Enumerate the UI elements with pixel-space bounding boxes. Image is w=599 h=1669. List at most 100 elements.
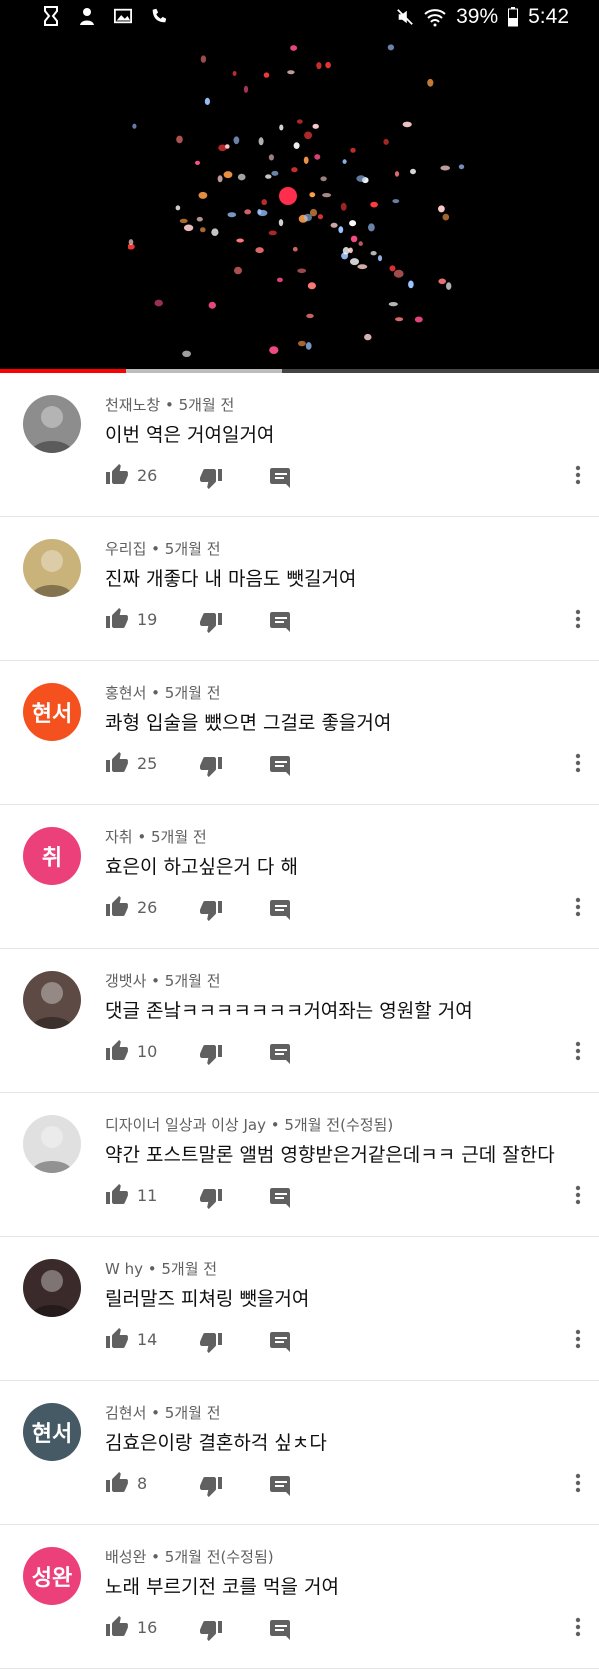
firework-spark [393,269,404,278]
comment-author[interactable]: 우리집 [105,540,146,558]
firework-spark [427,78,434,87]
reply-icon[interactable] [269,897,293,921]
reply-icon[interactable] [269,1041,293,1065]
avatar-initials: 성완 [31,1566,73,1591]
like-icon[interactable] [105,1327,129,1351]
more-options-icon[interactable] [571,1471,585,1495]
comment-author[interactable]: 김현서 [105,1404,146,1422]
firework-spark [350,147,356,153]
firework-spark [388,302,398,307]
comment-author[interactable]: W hy [105,1260,143,1278]
wifi-call-icon [152,8,167,23]
reply-icon[interactable] [269,753,293,777]
firework-spark [176,135,183,144]
comment-author[interactable]: 갱뱃사 [105,972,146,990]
firework-spark [291,167,298,173]
firework-spark [342,159,347,164]
firework-spark [298,340,306,347]
comment-age: 5개월 전 [151,828,207,846]
comment-age: 5개월 전 [164,684,221,702]
avatar[interactable]: 현서 [23,1403,81,1461]
firework-spark [357,264,368,270]
dislike-icon[interactable] [199,1618,223,1642]
avatar-initials: 현서 [31,1422,73,1447]
avatar[interactable] [23,1259,81,1317]
comment-author[interactable]: 천재노창 [105,396,160,414]
firework-spark [303,156,309,164]
firework-spark [261,199,267,206]
video-player[interactable] [0,36,599,370]
reply-icon[interactable] [269,1617,293,1641]
like-count: 10 [137,1042,158,1061]
comment-item: 천재노창 • 5개월 전 이번 역은 거여일거여 26 [0,373,599,517]
firework-spark [402,121,412,128]
dislike-icon[interactable] [199,1474,223,1498]
clock: 5:42 [528,5,569,28]
more-options-icon[interactable] [571,1183,585,1207]
like-icon[interactable] [105,1471,129,1495]
firework-spark [182,350,191,357]
more-options-icon[interactable] [571,607,585,631]
avatar[interactable] [23,971,81,1029]
avatar[interactable]: 현서 [23,683,81,741]
firework-spark [208,301,216,309]
more-options-icon[interactable] [571,1039,585,1063]
like-icon[interactable] [105,463,129,487]
reply-icon[interactable] [269,465,293,489]
firework-spark [268,230,277,236]
firework-spark [338,226,344,234]
comment-author[interactable]: 홍현서 [105,684,146,702]
reply-icon[interactable] [269,1473,293,1497]
like-icon[interactable] [105,751,129,775]
firework-spark [297,268,307,274]
like-icon[interactable] [105,607,129,631]
firework-spark [389,265,396,272]
like-count: 26 [137,898,158,917]
reply-icon[interactable] [269,1329,293,1353]
more-options-icon[interactable] [571,1327,585,1351]
more-options-icon[interactable] [571,463,585,487]
dislike-icon[interactable] [199,754,223,778]
dislike-icon[interactable] [199,1330,223,1354]
more-options-icon[interactable] [571,751,585,775]
comment-author[interactable]: 디자이너 일상과 이상 Jay [105,1116,266,1134]
battery-percent: 39% [456,5,499,28]
comment-meta: 자취 • 5개월 전 [105,828,207,846]
comment-age: 5개월 전 [164,1404,221,1422]
more-options-icon[interactable] [571,895,585,919]
avatar[interactable]: 성완 [23,1547,81,1605]
dislike-icon[interactable] [199,1042,223,1066]
reply-icon[interactable] [269,609,293,633]
like-icon[interactable] [105,1615,129,1639]
comment-author[interactable]: 배성완 [105,1548,146,1566]
firework-spark [325,61,331,69]
comment-meta: 김현서 • 5개월 전 [105,1404,221,1422]
avatar[interactable] [23,1115,81,1173]
dislike-icon[interactable] [199,1186,223,1210]
reply-icon[interactable] [269,1185,293,1209]
comment-item: W hy • 5개월 전 릴러말즈 피쳐링 뺏을거여 14 [0,1237,599,1381]
firework-spark [237,173,246,181]
like-icon[interactable] [105,1183,129,1207]
comment-actions: 10 [105,1039,585,1067]
firework-spark [278,219,284,227]
dislike-icon[interactable] [199,466,223,490]
comment-text: 콰형 입술을 뺐으면 그걸로 좋을거여 [105,712,392,734]
firework-spark [414,316,423,323]
avatar-initials: 취 [41,846,63,871]
mute-icon [397,9,413,25]
avatar[interactable] [23,395,81,453]
avatar[interactable] [23,539,81,597]
firework-spark [243,85,249,93]
comment-item: 현서 김현서 • 5개월 전 김효은이랑 결혼하걱 싶ㅊ다 8 [0,1381,599,1525]
more-options-icon[interactable] [571,1615,585,1639]
comment-author[interactable]: 자취 [105,828,133,846]
comment-age: 5개월 전 [164,540,221,558]
comment-meta: 갱뱃사 • 5개월 전 [105,972,221,990]
avatar[interactable]: 취 [23,827,81,885]
like-icon[interactable] [105,895,129,919]
dislike-icon[interactable] [199,610,223,634]
like-icon[interactable] [105,1039,129,1063]
firework-spark [350,235,358,243]
dislike-icon[interactable] [199,898,223,922]
